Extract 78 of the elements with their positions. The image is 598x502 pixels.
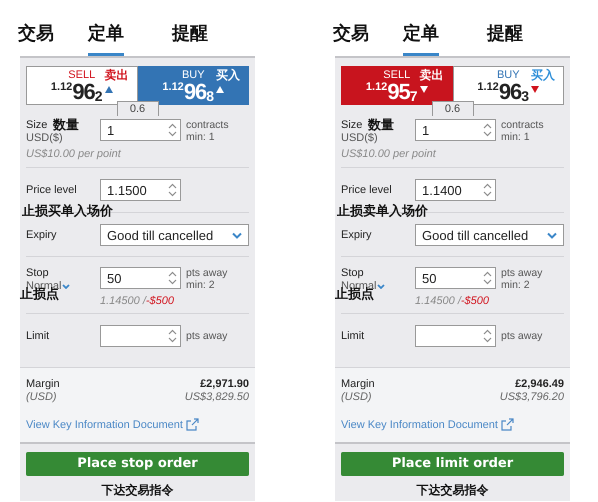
field-label: Expiry <box>341 228 372 242</box>
min-label: min: 2 <box>186 279 216 291</box>
stop-loss-amount: -$500 <box>460 295 490 307</box>
annotation-label: 买入 <box>531 67 555 84</box>
place-order-button[interactable]: Place stop order <box>26 452 249 476</box>
field-label: Size <box>341 119 362 132</box>
per-point-note: US$10.00 per point <box>26 148 122 160</box>
chevron-down-icon <box>547 232 557 238</box>
field-label: Stop <box>26 267 49 280</box>
tab[interactable]: 交易 <box>18 21 54 56</box>
annotation-label: 卖出 <box>420 67 444 84</box>
input-field[interactable]: 1.1500 <box>100 179 181 201</box>
spinner-icon <box>483 329 492 343</box>
tab[interactable]: 提醒 <box>172 21 208 56</box>
input-field[interactable]: 1 <box>415 119 496 141</box>
margin-amount: £2,946.49 <box>515 378 564 391</box>
field-label: Size <box>26 119 48 132</box>
unit-label: pts away <box>501 330 542 342</box>
field-label: Expiry <box>26 228 57 242</box>
annotation-label: 数量 <box>368 117 394 133</box>
chevron-down-icon <box>62 284 70 289</box>
tab[interactable]: 提醒 <box>487 21 523 56</box>
currency-label: (USD) <box>26 391 57 404</box>
stop-loss-amount: -$500 <box>146 295 174 307</box>
spinner-icon <box>483 271 492 285</box>
external-link-icon <box>500 418 514 431</box>
expiry-dropdown[interactable]: Good till cancelled <box>415 224 564 246</box>
spinner-icon <box>483 123 492 137</box>
unit-label: contracts <box>186 119 229 131</box>
external-link-icon <box>186 418 199 431</box>
margin-label: Margin <box>341 378 375 391</box>
spread-value: 0.6 <box>116 101 158 116</box>
min-label: min: 1 <box>501 131 531 143</box>
spread-value: 0.6 <box>432 101 474 116</box>
place-order-button[interactable]: Place limit order <box>341 452 564 476</box>
margin-amount-usd: US$3,796.20 <box>500 391 564 404</box>
annotation-label: 买入 <box>216 67 240 84</box>
input-field[interactable]: 50 <box>415 267 496 289</box>
field-label: Limit <box>341 330 364 342</box>
input-field[interactable] <box>100 325 181 347</box>
input-field[interactable]: 1 <box>100 119 181 141</box>
min-label: min: 1 <box>186 131 216 143</box>
unit-label: pts away <box>186 330 228 342</box>
chevron-down-icon <box>377 284 386 289</box>
min-label: min: 2 <box>501 279 531 291</box>
stop-level-text: 1.14500 / <box>100 295 146 307</box>
tab[interactable]: 交易 <box>333 21 369 56</box>
input-field[interactable]: 50 <box>100 267 181 289</box>
field-label: Limit <box>26 330 50 342</box>
stop-level-text: 1.14500 / <box>415 295 461 307</box>
field-label: Stop <box>341 267 364 280</box>
field-label: Price level <box>341 184 392 196</box>
input-field[interactable]: 1.1400 <box>415 179 496 201</box>
input-field[interactable] <box>415 325 496 347</box>
annotation-label: 下达交易指令 <box>100 482 174 498</box>
spinner-icon <box>168 271 177 285</box>
per-point-note: US$10.00 per point <box>341 148 438 160</box>
annotation-label: 止损卖单入场价 <box>337 202 428 220</box>
margin-amount: £2,971.90 <box>200 378 249 391</box>
spinner-icon <box>483 183 492 197</box>
margin-label: Margin <box>26 378 60 391</box>
currency-label: USD($) <box>341 132 379 145</box>
spinner-icon <box>168 183 177 197</box>
spinner-icon <box>168 329 177 343</box>
currency-label: (USD) <box>341 391 372 404</box>
unit-label: contracts <box>501 119 544 131</box>
annotation-label: 下达交易指令 <box>416 482 490 498</box>
unit-label: pts away <box>501 267 542 279</box>
expiry-dropdown[interactable]: Good till cancelled <box>100 224 249 246</box>
spinner-icon <box>168 123 177 137</box>
annotation-label: 数量 <box>53 117 79 133</box>
unit-label: pts away <box>186 267 228 279</box>
currency-label: USD($) <box>26 132 64 145</box>
field-label: Price level <box>26 184 77 196</box>
annotation-label: 止损买单入场价 <box>22 202 113 220</box>
annotation-label: 卖出 <box>104 67 128 84</box>
margin-amount-usd: US$3,829.50 <box>184 391 249 404</box>
chevron-down-icon <box>232 232 242 238</box>
